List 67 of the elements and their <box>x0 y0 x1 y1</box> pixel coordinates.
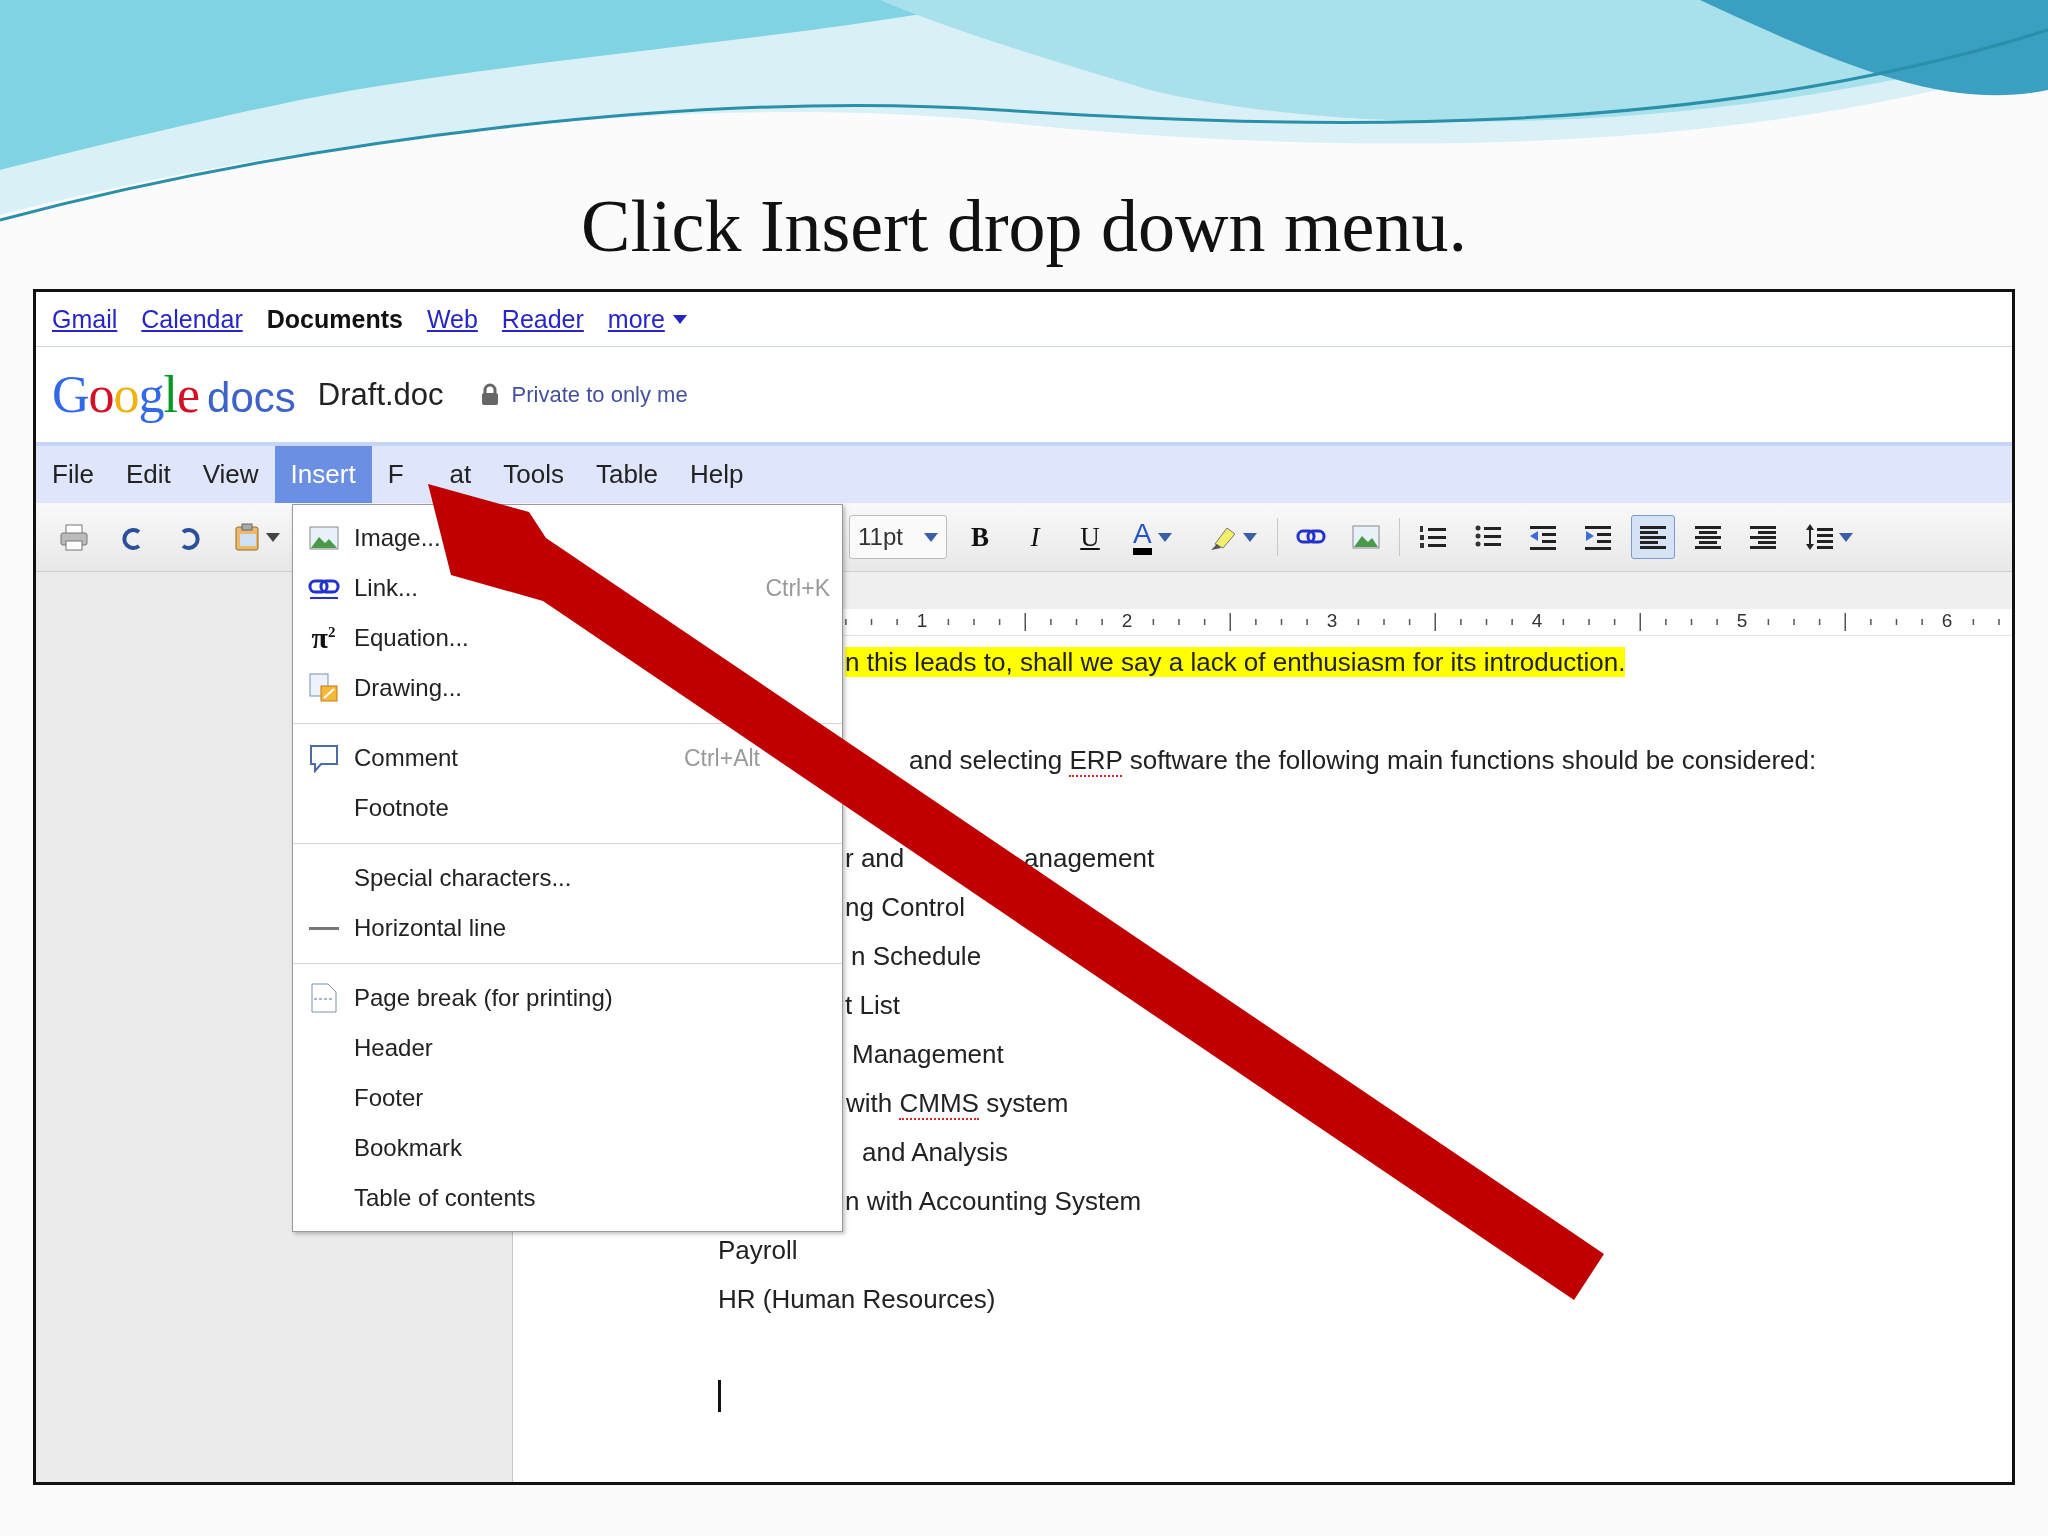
document-text: with CMMS system <box>846 1088 1069 1118</box>
italic-button[interactable]: I <box>1013 515 1057 559</box>
drawing-icon <box>307 672 340 704</box>
current-section-link[interactable]: Documents <box>266 304 403 334</box>
document-text: r and <box>845 843 905 873</box>
caret-icon <box>266 532 280 542</box>
menu-option[interactable]: Horizontal line <box>354 914 507 942</box>
shortcut-label: Ctrl+K <box>765 574 831 602</box>
menu-option[interactable]: Special characters... <box>354 864 572 892</box>
document-text: and Analysis <box>862 1137 1008 1167</box>
nav-link[interactable]: more <box>607 304 687 334</box>
menu-option[interactable]: Footnote <box>354 794 449 822</box>
align-left-button[interactable] <box>1631 515 1675 559</box>
slide-title: Click Insert drop down menu. <box>581 185 1467 267</box>
font-size-dropdown[interactable]: 11pt <box>849 515 947 559</box>
image-icon <box>1351 522 1381 552</box>
document-text: and selecting ERP software the following main functions should be considered: <box>909 745 1817 775</box>
menu-option[interactable]: Comment <box>354 744 459 772</box>
document-text: ng Control <box>845 892 965 922</box>
clipboard-icon <box>232 522 262 552</box>
menu-item[interactable]: File <box>36 446 110 503</box>
nav-link[interactable]: Reader <box>501 304 584 334</box>
image-icon <box>307 523 340 553</box>
shortcut-label: Ctrl+Alt <box>683 744 761 772</box>
menu-item[interactable]: View <box>186 446 275 503</box>
printer-icon <box>59 522 89 552</box>
document-text: t List <box>845 990 900 1020</box>
menu-option[interactable]: Bookmark <box>354 1134 463 1162</box>
nav-link[interactable]: Calendar <box>141 304 243 334</box>
menu-item[interactable]: Edit <box>109 446 187 503</box>
menu-item[interactable]: Table <box>579 446 675 503</box>
menu-option[interactable]: Equation... <box>354 624 469 652</box>
menu-option[interactable]: Table of contents <box>354 1184 536 1212</box>
sharing-status[interactable]: Private to only me <box>511 381 688 408</box>
document-text: Payroll <box>718 1235 798 1265</box>
nav-link[interactable]: Gmail <box>52 304 118 334</box>
menu-option[interactable]: Drawing... <box>354 674 463 702</box>
menu-item[interactable]: F <box>387 459 404 490</box>
menu-item[interactable]: Tools <box>487 446 580 503</box>
speech-bubble-icon <box>307 743 340 773</box>
caret-icon <box>1839 532 1853 542</box>
document-title[interactable]: Draft.doc <box>317 376 444 413</box>
document-text: HR (Human Resources) <box>718 1284 996 1314</box>
menu-option[interactable]: Header <box>354 1034 433 1062</box>
document-text: n with Accounting System <box>845 1186 1142 1216</box>
text-cursor <box>718 1380 721 1412</box>
document-text: n this leads to, shall we say a lack of enthusiasm for its introduction. <box>845 647 1626 677</box>
nav-link[interactable]: Web <box>426 304 478 334</box>
menu-option[interactable]: Link... <box>354 574 419 602</box>
menu-item[interactable]: Help <box>674 446 760 503</box>
document-text: n Schedule <box>851 941 982 971</box>
menu-option[interactable]: Footer <box>354 1084 424 1112</box>
document-text: anagement <box>1024 843 1155 873</box>
caret-icon <box>924 532 938 542</box>
lock-icon <box>479 382 500 407</box>
pi-squared-icon: π$^{2}$ <box>311 621 336 655</box>
menu-item[interactable]: at <box>449 459 472 490</box>
bold-button[interactable]: B <box>958 515 1002 559</box>
line-spacing-icon <box>1805 522 1835 552</box>
caret-icon <box>1243 532 1257 542</box>
document-text: Management <box>852 1039 1004 1069</box>
text-color-button[interactable]: A <box>1123 515 1189 559</box>
menu-option[interactable]: Image... <box>354 524 441 552</box>
caret-icon <box>1157 532 1172 542</box>
underline-button[interactable]: U <box>1068 515 1112 559</box>
menu-option[interactable]: Page break (for printing) <box>354 984 613 1012</box>
app-logo: Google docs <box>52 365 296 424</box>
